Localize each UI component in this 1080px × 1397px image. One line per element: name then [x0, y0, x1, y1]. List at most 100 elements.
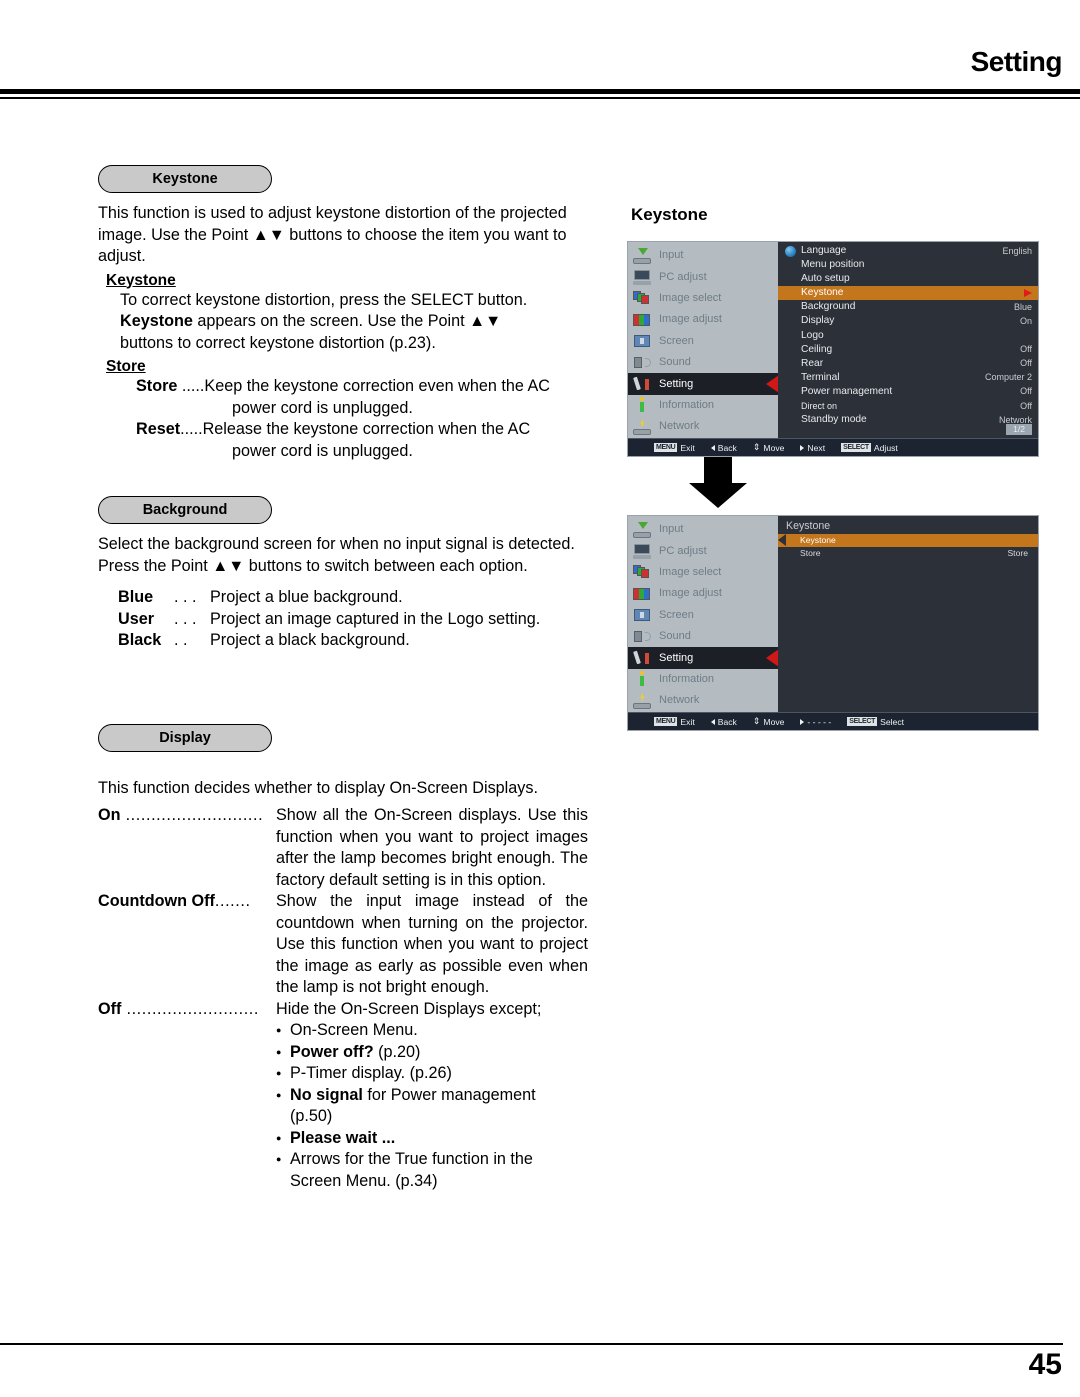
footer-back[interactable]: Back — [710, 443, 737, 453]
osd-subrow-store[interactable]: Store Store — [778, 547, 1038, 560]
footer-exit[interactable]: MENU Exit — [654, 443, 695, 453]
triangle-right-icon — [800, 444, 805, 451]
osd-row-label: Auto setup — [801, 273, 850, 285]
osd-row-display[interactable]: Display On — [778, 314, 1038, 328]
osd-row-keystone[interactable]: Keystone — [778, 286, 1038, 301]
footer-move[interactable]: ⇕ Move — [753, 717, 785, 727]
footer-next[interactable]: Next — [800, 443, 825, 453]
select-key-icon: SELECT — [847, 717, 878, 726]
display-option-on-label: On ........................... — [98, 805, 276, 891]
sidebar-item-screen[interactable]: Screen — [628, 605, 778, 626]
osd-row-background[interactable]: Background Blue — [778, 300, 1038, 314]
keystone-sub-line2: Keystone appears on the screen. Use the … — [120, 311, 588, 333]
footer-rule — [0, 1343, 1063, 1345]
sound-icon — [632, 629, 652, 645]
osd-row-value: Computer 2 — [984, 372, 1032, 383]
screen-icon — [632, 607, 652, 623]
sidebar-item-label: Setting — [659, 377, 694, 390]
image-select-icon — [632, 290, 652, 306]
reset-term: Reset — [136, 420, 181, 438]
osd-row-auto-setup[interactable]: Auto setup — [778, 272, 1038, 286]
osd-footer-bar: MENU Exit Back ⇕ Move - - - - - SELECT Sele… — [628, 712, 1038, 730]
footer-dashes[interactable]: - - - - - — [800, 717, 831, 727]
osd-row-logo[interactable]: Logo — [778, 329, 1038, 343]
store-description: Keep the keystone correction even when t… — [204, 377, 550, 395]
sidebar-item-input[interactable]: Input — [628, 245, 778, 266]
sidebar-item-setting[interactable]: Setting — [628, 647, 779, 669]
background-option-dots: . . . — [174, 609, 197, 628]
sidebar-item-image-adjust[interactable]: Image adjust — [628, 583, 778, 604]
osd-row-menu-position[interactable]: Menu position — [778, 258, 1038, 272]
sidebar-item-network[interactable]: Network — [628, 416, 778, 437]
sidebar-item-screen[interactable]: Screen — [628, 331, 778, 352]
select-key-icon: SELECT — [841, 443, 871, 452]
display-off-bullet-list: On-Screen Menu. Power off? (p.20) P-Time… — [276, 1019, 588, 1192]
sidebar-item-image-select[interactable]: Image select — [628, 288, 778, 309]
osd-sidebar: Input PC adjust Image select Image adjus… — [628, 516, 779, 712]
page-number: 45 — [1028, 1348, 1062, 1381]
network-icon — [632, 692, 652, 709]
sidebar-item-image-select[interactable]: Image select — [628, 562, 778, 583]
page-title: Setting — [970, 46, 1063, 77]
store-term: Store — [136, 377, 178, 395]
osd-footer-bar: MENU Exit Back ⇕ Move Next SELECT Adjust — [628, 438, 1038, 456]
display-option-on: On ........................... Show all … — [98, 805, 588, 891]
reset-definition-row: Reset ..... Release the keystone correct… — [136, 419, 588, 441]
section-heading-display: Display — [98, 723, 272, 752]
sidebar-item-network[interactable]: Network — [628, 690, 778, 711]
osd-row-value: Off — [1020, 386, 1032, 397]
osd-page-indicator: 1/2 — [1006, 423, 1032, 435]
osd-body: Input PC adjust Image select Image adjus… — [628, 242, 1038, 438]
bullet-bold: Power off? — [290, 1042, 374, 1061]
osd-row-label: Terminal — [801, 371, 840, 383]
sidebar-item-image-adjust[interactable]: Image adjust — [628, 309, 778, 330]
list-item: On-Screen Menu. — [276, 1019, 588, 1041]
display-option-countdown-description: Show the input image instead of the coun… — [276, 892, 588, 996]
osd-sidebar: Input PC adjust Image select Image adjus… — [628, 242, 779, 438]
osd-row-terminal[interactable]: Terminal Computer 2 — [778, 371, 1038, 385]
sidebar-item-pc-adjust[interactable]: PC adjust — [628, 540, 778, 561]
sidebar-item-sound[interactable]: Sound — [628, 352, 778, 373]
footer-back[interactable]: Back — [710, 717, 737, 727]
sidebar-item-label: Screen — [659, 608, 694, 621]
osd-row-label: Language — [801, 244, 847, 256]
bullet-bold: Please wait ... — [290, 1128, 396, 1147]
sidebar-item-information[interactable]: Information — [628, 669, 778, 690]
sidebar-item-sound[interactable]: Sound — [628, 626, 778, 647]
osd-row-language[interactable]: Language English — [778, 244, 1038, 258]
sidebar-item-label: Network — [659, 694, 700, 707]
sidebar-item-information[interactable]: Information — [628, 395, 778, 416]
section-background: Background Select the background screen … — [98, 496, 588, 652]
submenu-pointer-icon — [778, 534, 786, 547]
sidebar-item-label: PC adjust — [659, 544, 707, 557]
osd-row-value: Blue — [1013, 301, 1032, 312]
footer-move[interactable]: ⇕ Move — [753, 443, 785, 453]
footer-exit[interactable]: MENU Exit — [654, 717, 695, 727]
information-icon — [632, 671, 652, 687]
footer-adjust[interactable]: SELECT Adjust — [841, 443, 898, 453]
sidebar-item-input[interactable]: Input — [628, 519, 778, 540]
osd-subrow-keystone[interactable]: Keystone — [778, 533, 1038, 547]
sidebar-item-label: Input — [659, 249, 684, 262]
osd-row-ceiling[interactable]: Ceiling Off — [778, 343, 1038, 357]
sidebar-item-setting[interactable]: Setting — [628, 373, 779, 395]
menu-key-icon: MENU — [654, 717, 678, 726]
osd-row-power-management[interactable]: Power management Off — [778, 385, 1038, 399]
display-option-off-dots: .......................... — [121, 999, 260, 1018]
sidebar-item-label: Network — [659, 420, 700, 433]
sidebar-item-label: Sound — [659, 630, 691, 643]
footer-select[interactable]: SELECT Select — [847, 717, 904, 727]
osd-row-direct-on[interactable]: Direct on Off — [778, 399, 1038, 413]
osd-row-standby-mode[interactable]: Standby mode Network — [778, 413, 1038, 427]
osd-row-rear[interactable]: Rear Off — [778, 357, 1038, 371]
header-rule-thick — [0, 89, 1080, 94]
list-item: No signal for Power management (p.50) — [276, 1084, 588, 1128]
footer-label: - - - - - — [807, 716, 832, 727]
sidebar-item-pc-adjust[interactable]: PC adjust — [628, 266, 778, 287]
osd-setting-list: Language English Menu position Auto setu… — [778, 242, 1038, 438]
osd-row-label: Direct on — [801, 400, 838, 411]
sidebar-item-label: Image select — [659, 291, 722, 304]
display-option-on-term: On — [98, 806, 121, 824]
down-arrow-icon — [689, 457, 747, 508]
sidebar-item-label: Screen — [659, 334, 694, 347]
